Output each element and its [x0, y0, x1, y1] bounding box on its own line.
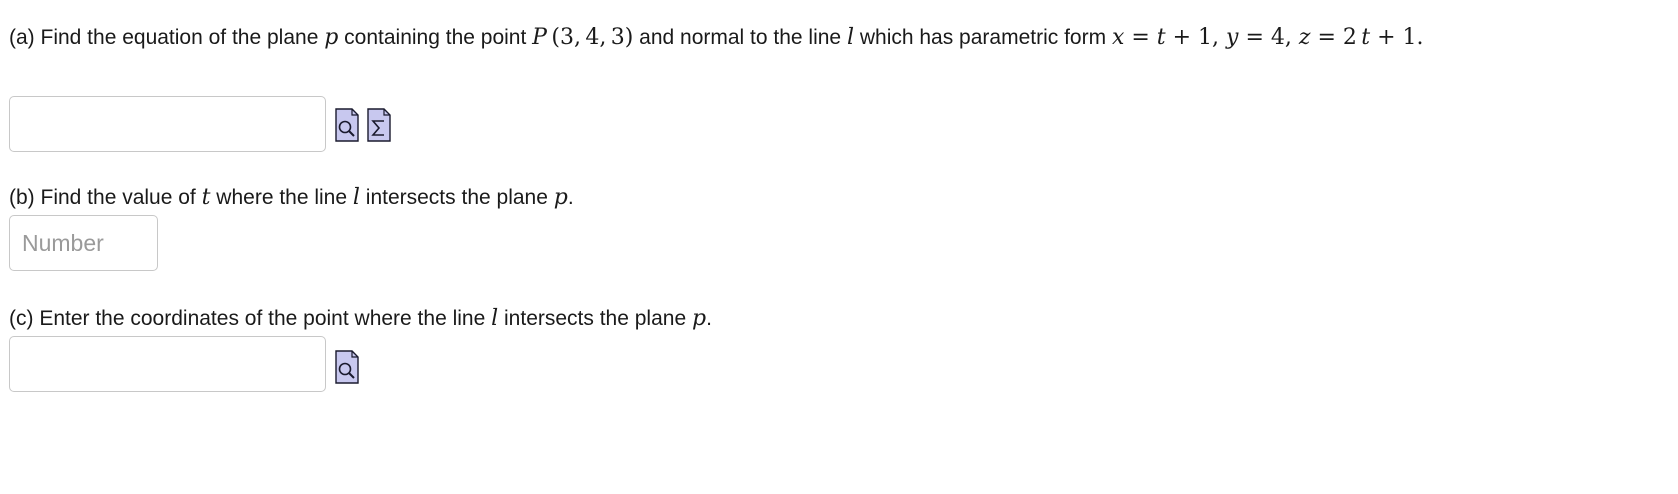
preview-magnifier-icon[interactable] [335, 108, 359, 142]
question-c-text: (c) Enter the coordinates of the point w… [9, 305, 712, 333]
question-a-text: (a) Find the equation of the plane p con… [9, 24, 1424, 52]
sigma-equation-editor-icon[interactable] [367, 108, 391, 142]
question-a-mid2: and normal to the line [639, 26, 842, 49]
question-b-mid1: where the line [216, 186, 348, 209]
question-a-mid1: containing the point [344, 26, 527, 49]
line-variable: l [846, 25, 854, 50]
t-variable: t [201, 185, 211, 210]
line-variable: l [352, 185, 360, 210]
question-a-prefix: (a) Find the equation of the plane [9, 26, 319, 49]
question-c-prefix: (c) Enter the coordinates of the point w… [9, 307, 486, 330]
plane-variable: p [691, 306, 707, 331]
answer-b-number-input[interactable] [9, 215, 158, 271]
question-b-mid2: intersects the plane [365, 186, 548, 209]
point-coordinates: P (3, 4, 3) [532, 25, 634, 50]
question-a-mid3: which has parametric form [859, 26, 1107, 49]
plane-variable: p [553, 185, 568, 210]
answer-a-input[interactable] [9, 96, 326, 152]
question-c-mid1: intersects the plane [504, 307, 687, 330]
question-c-end: . [706, 307, 712, 330]
question-b-prefix: (b) Find the value of [9, 186, 196, 209]
line-variable: l [491, 306, 499, 331]
preview-magnifier-icon[interactable] [335, 350, 359, 384]
question-b-text: (b) Find the value of t where the line l… [9, 184, 574, 212]
parametric-equations: x = t + 1, y = 4, z = 2 t + 1. [1111, 25, 1424, 50]
plane-variable: p [324, 25, 339, 50]
question-b-end: . [567, 186, 574, 209]
answer-c-input[interactable] [9, 336, 326, 392]
